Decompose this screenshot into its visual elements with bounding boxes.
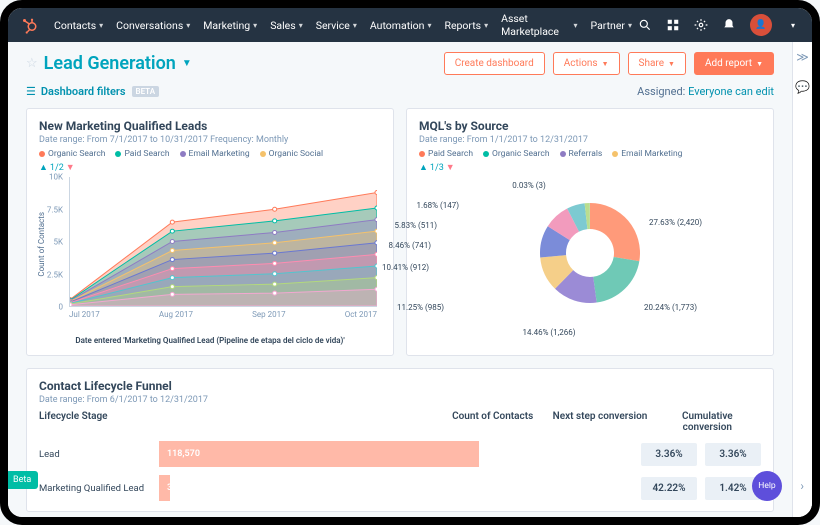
add-report-button[interactable]: Add report▼ [694,52,774,75]
assigned-link[interactable]: Everyone can edit [688,85,774,98]
widget-subtitle: Date range: From 1/1/2017 to 12/31/2017 [419,135,761,145]
widget-pager[interactable]: ▲1/2▼ [39,162,381,173]
slice-label: 11.25% (985) [397,303,444,312]
widget-title: New Marketing Qualified Leads [39,119,381,133]
y-tick: 7.5K [47,205,63,214]
search-icon[interactable] [638,18,652,32]
legend-item: Organic Search [39,149,105,159]
title-dropdown-icon[interactable]: ▼ [182,58,192,69]
bell-icon[interactable] [722,18,736,32]
page-header: ☆ Lead Generation ▼ Create dashboard Act… [26,52,774,75]
page-title: Lead Generation [44,53,176,74]
slice-label: 27.63% (2,420) [649,218,702,227]
star-icon[interactable]: ☆ [26,56,38,71]
nav-item-automation[interactable]: Automation▾ [364,8,438,42]
gear-icon[interactable] [694,18,708,32]
widget-funnel: Contact Lifecycle Funnel Date range: Fro… [26,368,774,512]
nav-item-conversations[interactable]: Conversations▾ [110,8,196,42]
x-tick: Sep 2017 [252,310,285,319]
legend-item: Organic Search [483,149,549,159]
y-tick: 2.5K [47,270,63,279]
marketplace-icon[interactable] [666,18,680,32]
widget-title: MQL's by Source [419,119,761,133]
right-rail: ≫ 💬 [792,42,812,517]
funnel-row: Lead118,570 3.36% 3.36% [39,441,761,467]
next-conversion: 42.22% [641,477,697,500]
actions-button[interactable]: Actions▼ [553,52,620,75]
beta-flag-button[interactable]: Beta [6,471,38,489]
share-button[interactable]: Share▼ [628,52,686,75]
nav-item-asset-marketplace[interactable]: Asset Marketplace▾ [495,8,583,42]
slice-label: 14.46% (1,266) [522,328,575,337]
widget-pager[interactable]: ▲1/3▼ [419,162,761,173]
x-tick: Oct 2017 [345,310,377,319]
funnel-row: Marketing Qualified Lead3,98442.22%1.42% [39,475,761,501]
widget-title: Contact Lifecycle Funnel [39,379,761,393]
next-conversion: 3.36% [641,443,697,466]
widget-mql-source: MQL's by Source Date range: From 1/1/201… [406,108,774,356]
x-axis-title: Date entered 'Marketing Qualified Lead (… [39,336,381,345]
y-tick: 10K [49,173,63,182]
col-header: Cumulative conversion [654,411,761,433]
legend-item: Email Marketing [180,149,250,159]
col-header: Next step conversion [546,411,653,433]
filter-icon[interactable]: ☰ [26,85,36,98]
legend-item: Email Marketing [612,149,682,159]
nav-item-partner[interactable]: Partner▾ [585,8,638,42]
widget-subtitle: Date range: From 6/1/2017 to 12/31/2017 [39,395,761,405]
legend-item: Paid Search [419,149,473,159]
funnel-stage: Marketing Qualified Lead [39,483,159,494]
slice-label: 8.46% (741) [389,241,431,250]
widget-subtitle: Date range: From 7/1/2017 to 10/31/2017 … [39,135,381,145]
widget-mql-leads: New Marketing Qualified Leads Date range… [26,108,394,356]
funnel-bar: 3,984 [159,475,479,501]
cumulative-conversion: 3.36% [705,443,761,466]
next-page-icon[interactable]: › [800,479,804,493]
sub-bar: ☰ Dashboard filters BETA Assigned: Every… [26,85,774,98]
chart-legend: Organic Search Paid Search Email Marketing… [39,149,381,159]
comments-icon[interactable]: 💬 [795,80,810,94]
assigned-label: Assigned: Everyone can edit [637,85,774,98]
top-nav: Contacts▾Conversations▾Marketing▾Sales▾S… [8,8,812,42]
help-button[interactable]: Help [752,471,782,501]
col-header: Lifecycle Stage [39,411,439,433]
create-dashboard-button[interactable]: Create dashboard [444,52,545,75]
slice-label: 5.83% (511) [395,221,437,230]
nav-item-reports[interactable]: Reports▾ [439,8,495,42]
slice-label: 1.68% (147) [417,201,459,210]
area-chart: Count of Contacts 10K7.5K5K2.5K0 Jul 201… [39,177,381,332]
slice-label: 20.24% (1,773) [644,303,697,312]
nav-item-service[interactable]: Service▾ [310,8,363,42]
slice-label: 0.03% (3) [512,181,545,190]
x-tick: Aug 2017 [159,310,193,319]
chart-legend: Paid Search Organic Search Referrals Email … [419,149,761,159]
legend-item: Organic Social [260,149,323,159]
col-header: Count of Contacts [439,411,546,433]
funnel-bar: 118,570 [159,441,479,467]
chevron-down-icon[interactable]: ▾ [786,18,800,32]
legend-item: Paid Search [115,149,169,159]
nav-item-marketing[interactable]: Marketing▾ [197,8,263,42]
collapse-rail-icon[interactable]: ≫ [796,50,809,64]
y-tick: 0 [59,303,64,312]
beta-badge: BETA [132,86,160,97]
x-tick: Jul 2017 [69,310,100,319]
funnel-stage: Lead [39,449,159,460]
dashboard-filters-link[interactable]: Dashboard filters [41,85,126,98]
slice-label: 10.41% (912) [382,263,429,272]
donut-chart: 27.63% (2,420)20.24% (1,773)14.46% (1,26… [419,173,761,333]
legend-item: Referrals [560,149,603,159]
avatar[interactable]: 👤 [750,14,772,36]
nav-item-contacts[interactable]: Contacts▾ [48,8,109,42]
nav-item-sales[interactable]: Sales▾ [264,8,309,42]
hubspot-logo-icon[interactable] [20,16,38,34]
y-tick: 5K [53,238,63,247]
